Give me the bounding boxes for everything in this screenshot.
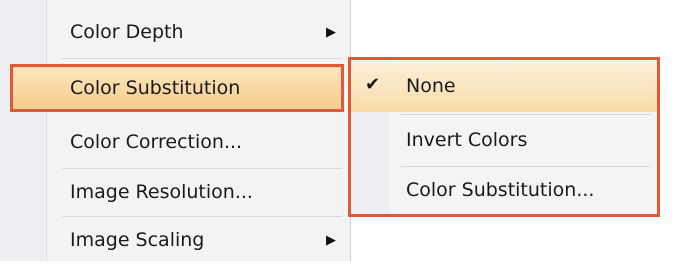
checkmark-icon: ✔	[365, 74, 381, 95]
color-substitution-submenu: ✔ None Invert Colors Color Substitution.…	[348, 57, 660, 217]
chevron-right-icon: ▶	[326, 232, 336, 248]
menu-item-label: Color Depth	[70, 21, 184, 43]
menu-item-color-correction[interactable]: Color Correction...	[0, 118, 350, 166]
menu-item-color-substitution[interactable]: Color Substitution	[10, 64, 344, 112]
submenu-item-label: Color Substitution...	[406, 179, 595, 201]
menu-item-image-resolution[interactable]: Image Resolution...	[0, 168, 350, 216]
context-menu: Color Depth ▶ Color Substitution Color C…	[0, 0, 351, 261]
submenu-item-label: None	[406, 75, 456, 97]
chevron-right-icon: ▶	[326, 24, 336, 40]
menu-item-color-depth[interactable]: Color Depth ▶	[0, 8, 350, 56]
submenu-item-label: Invert Colors	[406, 129, 528, 151]
menu-separator	[62, 58, 342, 59]
menu-item-image-scaling[interactable]: Image Scaling ▶	[0, 216, 350, 264]
menu-item-label: Image Scaling	[70, 229, 205, 251]
menu-item-label: Color Correction...	[70, 131, 243, 153]
submenu-item-color-substitution-dialog[interactable]: Color Substitution...	[351, 166, 657, 214]
submenu-item-invert-colors[interactable]: Invert Colors	[351, 116, 657, 166]
submenu-separator	[401, 114, 651, 115]
submenu-item-none[interactable]: ✔ None	[351, 62, 657, 112]
menu-item-label: Image Resolution...	[70, 181, 253, 203]
menu-item-label: Color Substitution	[70, 77, 241, 99]
